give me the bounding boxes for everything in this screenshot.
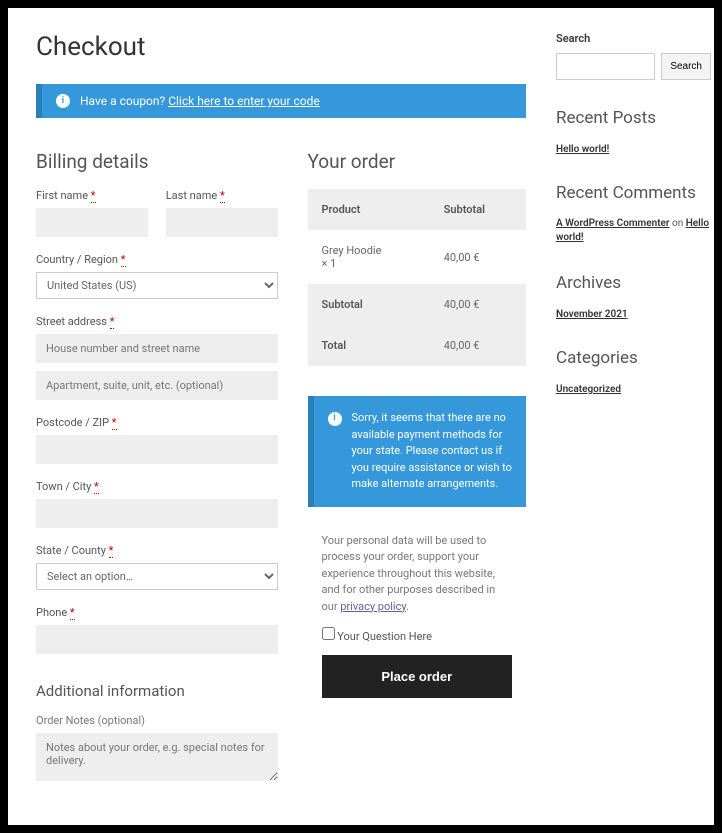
category-link[interactable]: Uncategorized bbox=[556, 384, 621, 395]
coupon-link[interactable]: Click here to enter your code bbox=[168, 94, 320, 108]
page-title: Checkout bbox=[36, 32, 526, 62]
last-name-label: Last name * bbox=[166, 189, 278, 202]
last-name-input[interactable] bbox=[166, 208, 278, 237]
order-table: ProductSubtotal Grey Hoodie× 1 40,00 € S… bbox=[308, 189, 527, 366]
street2-input[interactable] bbox=[36, 371, 278, 400]
postcode-input[interactable] bbox=[36, 435, 278, 464]
first-name-label: First name * bbox=[36, 189, 148, 202]
phone-label: Phone * bbox=[36, 606, 278, 619]
country-label: Country / Region * bbox=[36, 253, 278, 266]
notes-label: Order Notes (optional) bbox=[36, 714, 278, 727]
street-input[interactable] bbox=[36, 334, 278, 363]
payment-message: Sorry, it seems that there are no availa… bbox=[352, 410, 513, 493]
categories-heading: Categories bbox=[556, 348, 711, 368]
recent-comment: A WordPress Commenter on Hello world! bbox=[556, 217, 711, 245]
col-product: Product bbox=[308, 189, 430, 230]
town-input[interactable] bbox=[36, 499, 278, 528]
search-button[interactable]: Search bbox=[661, 53, 711, 80]
payment-notice: i Sorry, it seems that there are no avai… bbox=[308, 396, 527, 507]
order-heading: Your order bbox=[308, 150, 527, 173]
first-name-input[interactable] bbox=[36, 208, 148, 237]
info-icon: i bbox=[56, 94, 70, 108]
order-item-row: Grey Hoodie× 1 40,00 € bbox=[308, 230, 527, 284]
privacy-link[interactable]: privacy policy bbox=[340, 600, 406, 613]
recent-post-link[interactable]: Hello world! bbox=[556, 144, 609, 155]
town-label: Town / City * bbox=[36, 480, 278, 493]
phone-input[interactable] bbox=[36, 625, 278, 654]
archives-heading: Archives bbox=[556, 273, 711, 293]
state-select[interactable]: Select an option… bbox=[36, 563, 278, 590]
search-label: Search bbox=[556, 32, 711, 45]
checkbox-label: Your Question Here bbox=[337, 630, 432, 643]
question-checkbox[interactable] bbox=[322, 627, 335, 640]
recent-comments-heading: Recent Comments bbox=[556, 183, 711, 203]
billing-heading: Billing details bbox=[36, 150, 278, 173]
postcode-label: Postcode / ZIP * bbox=[36, 416, 278, 429]
col-subtotal: Subtotal bbox=[430, 189, 526, 230]
street-label: Street address * bbox=[36, 315, 278, 328]
total-row: Total40,00 € bbox=[308, 325, 527, 366]
recent-posts-heading: Recent Posts bbox=[556, 108, 711, 128]
place-order-button[interactable]: Place order bbox=[322, 655, 513, 698]
additional-heading: Additional information bbox=[36, 682, 278, 700]
notes-textarea[interactable] bbox=[36, 733, 278, 781]
archive-link[interactable]: November 2021 bbox=[556, 309, 628, 320]
state-label: State / County * bbox=[36, 544, 278, 557]
coupon-prompt: Have a coupon? bbox=[80, 94, 165, 108]
privacy-text: Your personal data will be used to proce… bbox=[308, 525, 527, 616]
subtotal-row: Subtotal40,00 € bbox=[308, 284, 527, 325]
commenter-link[interactable]: A WordPress Commenter bbox=[556, 218, 670, 229]
coupon-notice: i Have a coupon? Click here to enter you… bbox=[36, 84, 526, 118]
search-input[interactable] bbox=[556, 53, 655, 80]
country-select[interactable]: United States (US) bbox=[36, 272, 278, 299]
info-icon: i bbox=[328, 412, 342, 426]
